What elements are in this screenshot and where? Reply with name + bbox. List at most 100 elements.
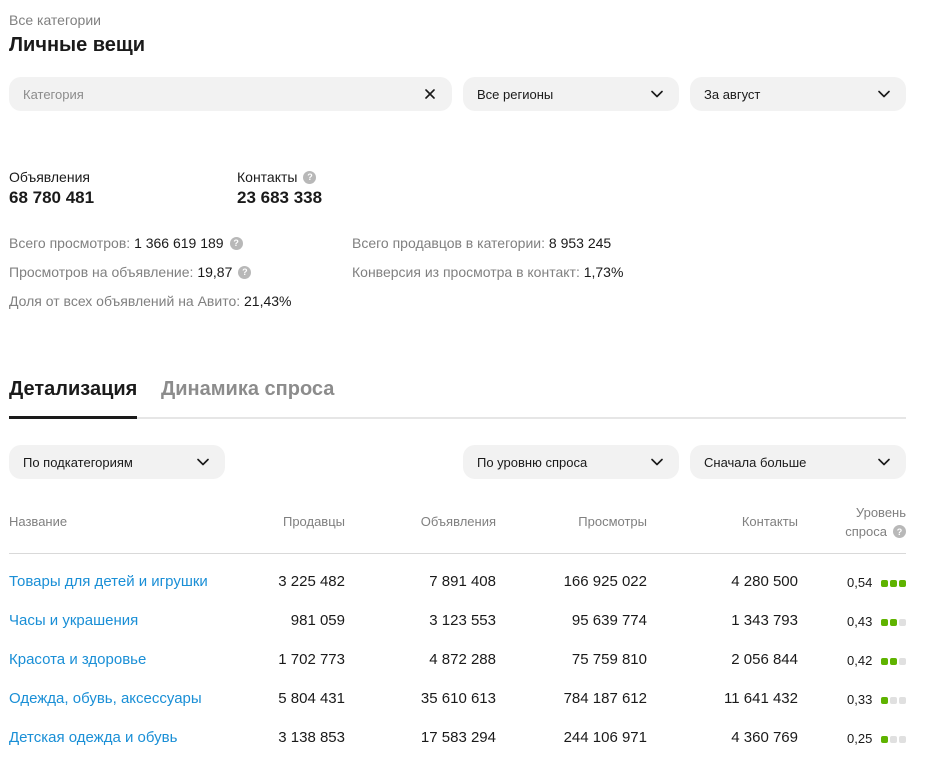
- contacts-cell: 4 360 769: [731, 729, 798, 746]
- views-label: Всего просмотров:: [9, 235, 131, 251]
- column-header-demand-line2[interactable]: спроса?: [845, 524, 906, 539]
- grouping-select-value: По подкатегориям: [23, 454, 133, 470]
- sellers-cell: 981 059: [290, 612, 345, 629]
- category-search-input[interactable]: Категория: [9, 77, 452, 111]
- views-cell: 95 639 774: [571, 612, 647, 629]
- listings-cell: 7 891 408: [429, 573, 496, 590]
- demand-dot: [881, 619, 888, 626]
- views-cell: 166 925 022: [563, 573, 647, 590]
- views-metric: Всего просмотров: 1 366 619 189?: [9, 235, 243, 251]
- demand-dot: [890, 658, 897, 665]
- sellers-value: 8 953 245: [548, 235, 612, 251]
- table-row[interactable]: Детская одежда и обувь 3 138 853 17 583 29…: [9, 729, 906, 761]
- period-select[interactable]: За август: [690, 77, 906, 111]
- chevron-down-icon: [649, 454, 665, 470]
- column-header-sellers[interactable]: Продавцы: [283, 514, 345, 529]
- contacts-cell: 1 343 793: [731, 612, 798, 629]
- subcategory-link[interactable]: Товары для детей и игрушки: [9, 573, 208, 590]
- breadcrumb[interactable]: Все категории: [9, 12, 101, 28]
- demand-dot: [890, 736, 897, 743]
- demand-level-indicator: [881, 697, 906, 704]
- chevron-down-icon: [876, 86, 892, 102]
- clear-icon[interactable]: [422, 86, 438, 102]
- sellers-cell: 5 804 431: [278, 690, 345, 707]
- sort-by-select[interactable]: По уровню спроса: [463, 445, 679, 479]
- listings-cell: 35 610 613: [420, 690, 496, 707]
- tab-details[interactable]: Детализация: [9, 378, 138, 419]
- tab-bar: Детализация Динамика спроса: [9, 378, 906, 419]
- column-header-demand-line1[interactable]: Уровень: [856, 505, 906, 520]
- demand-level-indicator: [881, 658, 906, 665]
- sellers-cell: 3 138 853: [278, 729, 345, 746]
- tab-demand-dynamics[interactable]: Динамика спроса: [161, 378, 334, 419]
- listings-value: 68 780 481: [9, 188, 95, 207]
- demand-dot: [899, 658, 906, 665]
- contacts-value: 23 683 338: [237, 188, 323, 207]
- demand-header-label: спроса: [845, 524, 887, 539]
- subcategory-link[interactable]: Одежда, обувь, аксессуары: [9, 690, 202, 707]
- contacts-cell: 4 280 500: [731, 573, 798, 590]
- views-per-listing-value: 19,87: [197, 264, 233, 280]
- help-icon[interactable]: ?: [303, 170, 317, 184]
- sellers-metric: Всего продавцов в категории: 8 953 245: [352, 235, 611, 251]
- column-header-name[interactable]: Название: [9, 514, 67, 529]
- listings-cell: 3 123 553: [429, 612, 496, 629]
- demand-dot: [881, 736, 888, 743]
- contacts-cell: 2 056 844: [731, 651, 798, 668]
- contacts-label: Контакты: [237, 169, 298, 185]
- column-header-contacts[interactable]: Контакты: [742, 514, 798, 529]
- chevron-down-icon: [876, 454, 892, 470]
- contacts-cell: 11 641 432: [724, 690, 798, 707]
- demand-dot: [899, 619, 906, 626]
- table-row[interactable]: Часы и украшения 981 059 3 123 553 95 639 7…: [9, 612, 906, 651]
- demand-dot: [899, 697, 906, 704]
- chevron-down-icon: [195, 454, 211, 470]
- table-row[interactable]: Товары для детей и игрушки 3 225 482 7 891…: [9, 573, 906, 612]
- grouping-select[interactable]: По подкатегориям: [9, 445, 225, 479]
- demand-level-indicator: [881, 619, 906, 626]
- help-icon[interactable]: ?: [893, 525, 906, 539]
- listings-cell: 17 583 294: [420, 729, 496, 746]
- help-icon[interactable]: ?: [238, 265, 252, 279]
- demand-dot: [881, 658, 888, 665]
- table-row[interactable]: Красота и здоровье 1 702 773 4 872 288 75 7…: [9, 651, 906, 690]
- sellers-cell: 1 702 773: [278, 651, 345, 668]
- demand-dot: [890, 619, 897, 626]
- subcategory-link[interactable]: Детская одежда и обувь: [9, 729, 177, 746]
- column-header-views[interactable]: Просмотры: [578, 514, 647, 529]
- subcategory-link[interactable]: Часы и украшения: [9, 612, 138, 629]
- views-cell: 244 106 971: [563, 729, 647, 746]
- demand-dot: [881, 580, 888, 587]
- demand-dot: [899, 580, 906, 587]
- listings-cell: 4 872 288: [429, 651, 496, 668]
- sellers-cell: 3 225 482: [278, 573, 345, 590]
- share-label: Доля от всех объявлений на Авито:: [9, 293, 241, 309]
- share-metric: Доля от всех объявлений на Авито: 21,43%: [9, 293, 292, 309]
- views-per-listing-label: Просмотров на объявление:: [9, 264, 194, 280]
- demand-value: 0,43: [847, 614, 873, 629]
- chevron-down-icon: [649, 86, 665, 102]
- demand-level-indicator: [881, 580, 906, 587]
- demand-dot: [881, 697, 888, 704]
- demand-value: 0,25: [847, 731, 873, 746]
- demand-level-indicator: [881, 736, 906, 743]
- conversion-value: 1,73%: [583, 264, 624, 280]
- views-per-listing-metric: Просмотров на объявление: 19,87?: [9, 264, 252, 280]
- sort-order-select[interactable]: Сначала больше: [690, 445, 906, 479]
- demand-dot: [890, 580, 897, 587]
- demand-value: 0,54: [847, 575, 873, 590]
- category-placeholder: Категория: [23, 86, 84, 102]
- subcategory-link[interactable]: Красота и здоровье: [9, 651, 146, 668]
- column-header-listings[interactable]: Объявления: [421, 514, 496, 529]
- views-cell: 75 759 810: [571, 651, 647, 668]
- period-select-value: За август: [704, 86, 761, 102]
- sellers-label: Всего продавцов в категории:: [352, 235, 545, 251]
- page-title: Личные вещи: [9, 34, 146, 56]
- region-select-value: Все регионы: [477, 86, 554, 102]
- help-icon[interactable]: ?: [229, 236, 243, 250]
- region-select[interactable]: Все регионы: [463, 77, 679, 111]
- share-value: 21,43%: [244, 293, 292, 309]
- table-row[interactable]: Одежда, обувь, аксессуары 5 804 431 35 610…: [9, 690, 906, 729]
- views-cell: 784 187 612: [563, 690, 647, 707]
- demand-value: 0,33: [847, 692, 873, 707]
